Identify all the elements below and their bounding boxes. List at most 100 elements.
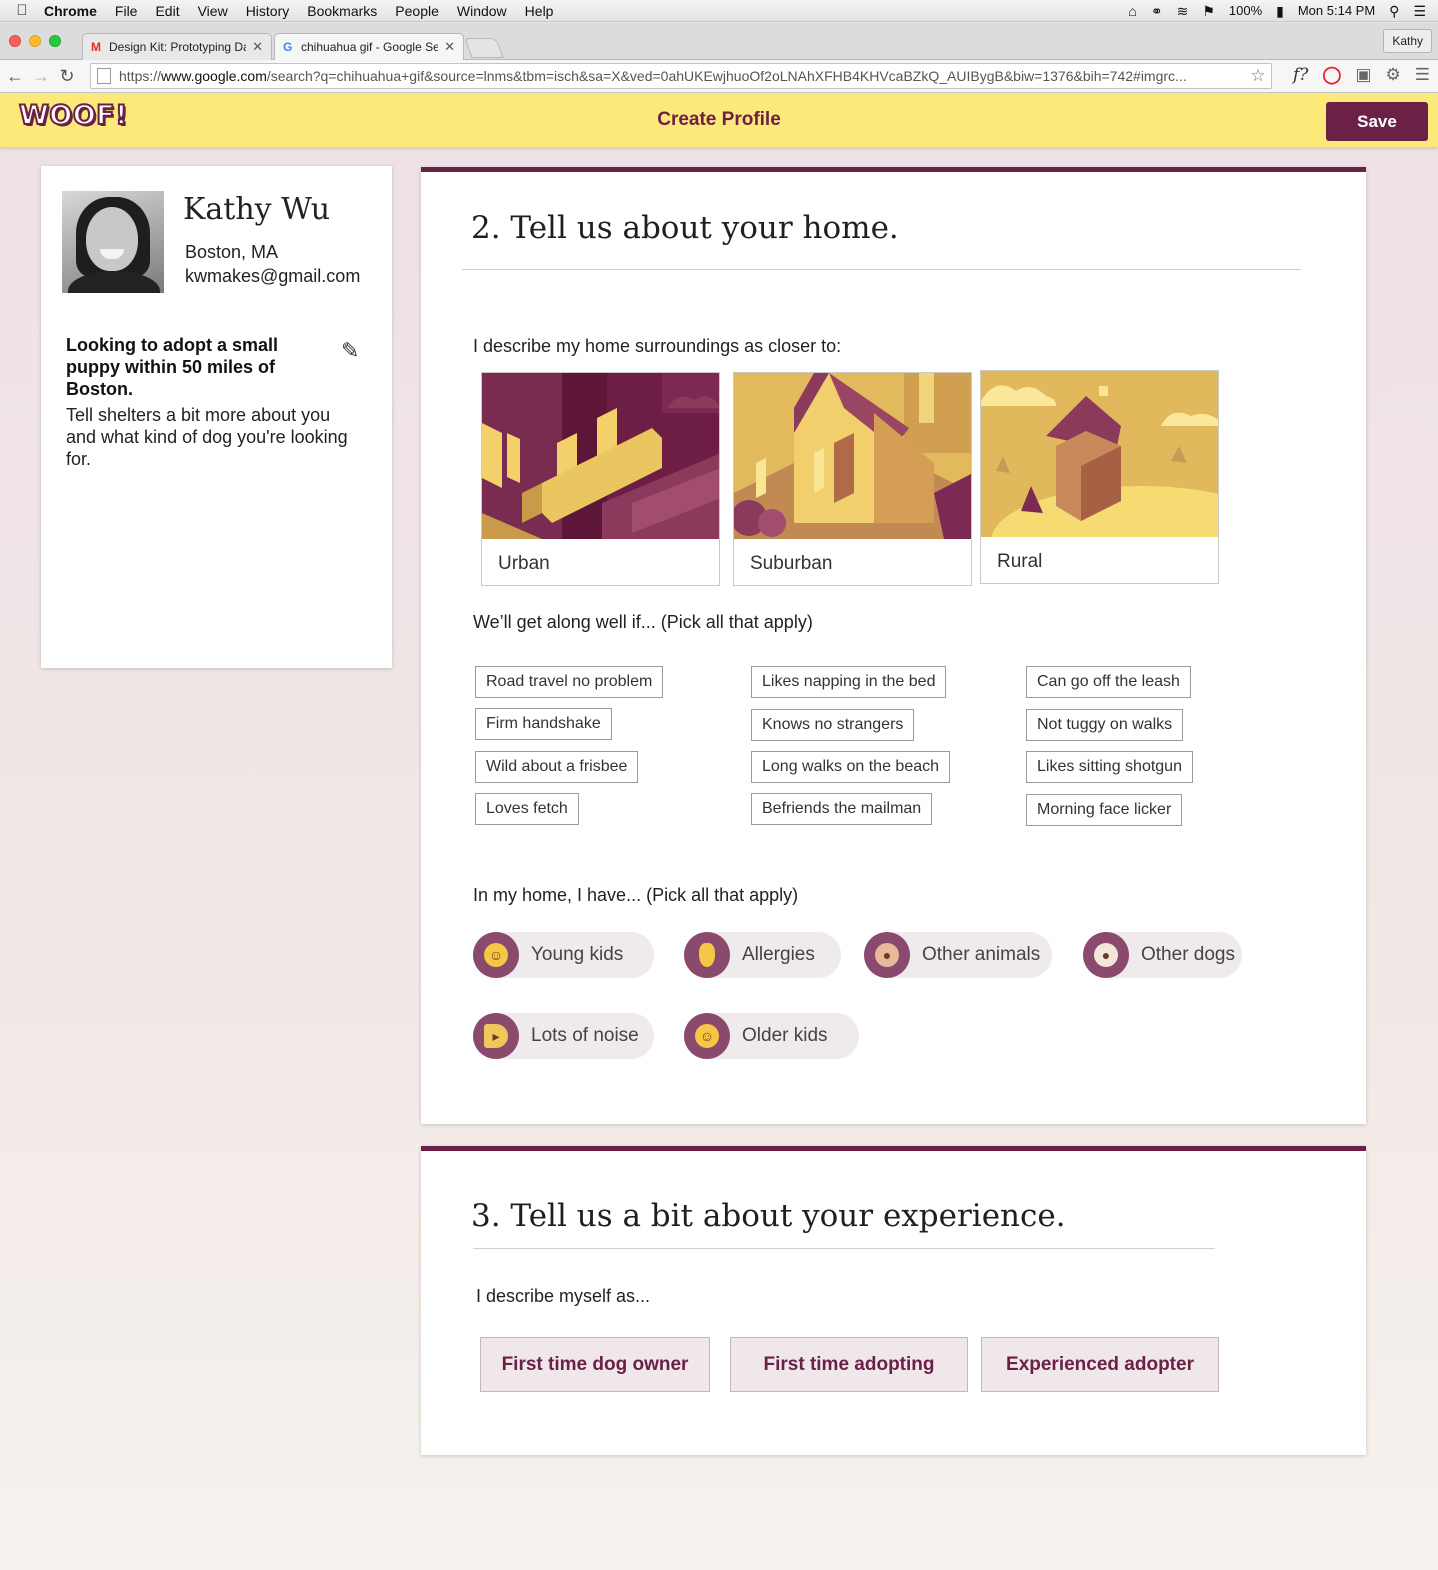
house-icon[interactable]: ⌂ — [1128, 4, 1136, 18]
household-young-kids[interactable]: ☺ Young kids — [473, 932, 654, 978]
pill-label: Young kids — [531, 944, 624, 965]
menu-app[interactable]: Chrome — [44, 3, 97, 19]
trait-chip[interactable]: Road travel no problem — [475, 666, 664, 698]
menu-edit[interactable]: Edit — [155, 3, 179, 19]
pill-label: Older kids — [742, 1025, 828, 1046]
avatar — [62, 191, 164, 293]
pill-label: Allergies — [742, 944, 815, 965]
menu-file[interactable]: File — [115, 3, 138, 19]
section-divider — [462, 269, 1301, 270]
suburban-illustration — [734, 373, 971, 539]
extensions-area: f? ◯ ▣ ⚙ ☰ — [1293, 65, 1430, 85]
household-lots-of-noise[interactable]: ▸ Lots of noise — [473, 1013, 654, 1059]
surroundings-question: I describe my home surroundings as close… — [473, 336, 842, 356]
option-suburban[interactable]: Suburban — [733, 372, 972, 586]
section-title-experience: 3. Tell us a bit about your experience. — [471, 1198, 1066, 1234]
option-label: Suburban — [750, 553, 833, 574]
trait-chip[interactable]: Knows no strangers — [751, 709, 915, 741]
pill-label: Lots of noise — [531, 1025, 639, 1046]
option-rural[interactable]: Rural — [980, 370, 1219, 584]
tab-gmail[interactable]: M Design Kit: Prototyping Da ✕ — [82, 33, 272, 60]
bookmark-star-icon[interactable]: ☆ — [1245, 66, 1271, 86]
option-urban[interactable]: Urban — [481, 372, 720, 586]
trait-chip[interactable]: Likes sitting shotgun — [1026, 751, 1193, 783]
profile-card: Kathy Wu Boston, MA kwmakes@gmail.com Lo… — [41, 166, 392, 668]
close-tab-icon[interactable]: ✕ — [252, 39, 263, 55]
camera-extension-icon[interactable]: ▣ — [1355, 65, 1371, 85]
battery-icon[interactable]: ▮ — [1276, 4, 1284, 18]
tab-google-search[interactable]: G chihuahua gif - Google Se ✕ — [274, 33, 464, 60]
option-label: Urban — [498, 553, 550, 574]
profile-email: kwmakes@gmail.com — [185, 266, 361, 286]
household-older-kids[interactable]: ☺ Older kids — [684, 1013, 859, 1059]
formula-extension-icon[interactable]: f? — [1293, 65, 1308, 85]
pill-label: Other dogs — [1141, 944, 1235, 965]
menu-window[interactable]: Window — [457, 3, 507, 19]
minimize-window-button[interactable] — [29, 35, 41, 47]
address-bar[interactable]: https://www.google.com/search?q=chihuahu… — [90, 63, 1272, 89]
nose-icon — [699, 943, 715, 967]
tab-title: Design Kit: Prototyping Da — [109, 40, 247, 54]
battery-percent: 100% — [1228, 3, 1263, 18]
option-experienced-adopter[interactable]: Experienced adopter — [981, 1337, 1219, 1392]
trait-chip[interactable]: Loves fetch — [475, 793, 579, 825]
url-text[interactable]: https://www.google.com/search?q=chihuahu… — [119, 68, 1245, 84]
household-other-animals[interactable]: ● Other animals — [864, 932, 1052, 978]
save-button[interactable]: Save — [1326, 102, 1428, 141]
trait-chip[interactable]: Likes napping in the bed — [751, 666, 947, 698]
section-divider — [473, 1248, 1215, 1249]
trait-chip[interactable]: Not tuggy on walks — [1026, 709, 1184, 741]
clock[interactable]: Mon 5:14 PM — [1298, 3, 1375, 18]
child-icon: ☺ — [695, 1024, 719, 1048]
close-window-button[interactable] — [9, 35, 21, 47]
menu-people[interactable]: People — [395, 3, 439, 19]
trait-chip[interactable]: Wild about a frisbee — [475, 751, 639, 783]
apple-icon[interactable]:  — [0, 2, 44, 19]
wifi-icon[interactable]: ≋ — [1177, 4, 1189, 18]
urban-illustration — [482, 373, 719, 539]
household-allergies[interactable]: Allergies — [684, 932, 841, 978]
traits-question: We’ll get along well if... (Pick all tha… — [473, 612, 813, 632]
page-icon — [97, 68, 111, 84]
reload-icon[interactable]: ↻ — [54, 66, 80, 87]
close-tab-icon[interactable]: ✕ — [444, 39, 455, 55]
hamster-icon: ● — [875, 943, 899, 967]
back-icon[interactable]: ← — [2, 66, 28, 87]
profile-description[interactable]: Tell shelters a bit more about you and w… — [66, 404, 356, 470]
sync-icon[interactable]: ⚭ — [1151, 4, 1163, 18]
trait-chip[interactable]: Morning face licker — [1026, 794, 1183, 826]
home-section: 2. Tell us about your home. I describe m… — [421, 167, 1366, 1124]
google-icon: G — [283, 40, 293, 54]
menubar-status: ⌂ ⚭ ≋ ⚑ 100% ▮ Mon 5:14 PM ⚲ ☰ — [1128, 3, 1438, 18]
chrome-menu-icon[interactable]: ☰ — [1415, 65, 1430, 85]
new-tab-button[interactable] — [464, 38, 504, 58]
app-header: WOOF! Create Profile Save — [0, 94, 1438, 147]
zoom-window-button[interactable] — [49, 35, 61, 47]
pill-label: Other animals — [922, 944, 1041, 965]
menu-history[interactable]: History — [246, 3, 290, 19]
flag-icon[interactable]: ⚑ — [1202, 4, 1215, 18]
menu-bookmarks[interactable]: Bookmarks — [307, 3, 377, 19]
browser-profile-button[interactable]: Kathy — [1383, 29, 1432, 53]
settings-extension-icon[interactable]: ⚙ — [1386, 65, 1401, 85]
menu-help[interactable]: Help — [525, 3, 554, 19]
section-title-home: 2. Tell us about your home. — [471, 210, 899, 246]
menu-view[interactable]: View — [198, 3, 228, 19]
forward-icon[interactable]: → — [28, 66, 54, 87]
pencil-icon[interactable]: ✎ — [341, 338, 359, 364]
household-question: In my home, I have... (Pick all that app… — [473, 885, 799, 905]
option-label: Rural — [997, 551, 1043, 572]
notification-list-icon[interactable]: ☰ — [1413, 4, 1426, 18]
household-other-dogs[interactable]: ● Other dogs — [1083, 932, 1242, 978]
trait-chip[interactable]: Firm handshake — [475, 708, 612, 740]
trait-chip[interactable]: Can go off the leash — [1026, 666, 1191, 698]
spotlight-icon[interactable]: ⚲ — [1389, 4, 1399, 18]
trait-chip[interactable]: Long walks on the beach — [751, 751, 951, 783]
experience-section: 3. Tell us a bit about your experience. … — [421, 1146, 1366, 1455]
trait-chip[interactable]: Befriends the mailman — [751, 793, 933, 825]
option-first-time-adopting[interactable]: First time adopting — [730, 1337, 968, 1392]
opera-extension-icon[interactable]: ◯ — [1322, 65, 1341, 85]
baby-icon: ☺ — [484, 943, 508, 967]
browser-toolbar: ← → ↻ https://www.google.com/search?q=ch… — [0, 60, 1438, 93]
option-first-time-dog-owner[interactable]: First time dog owner — [480, 1337, 710, 1392]
